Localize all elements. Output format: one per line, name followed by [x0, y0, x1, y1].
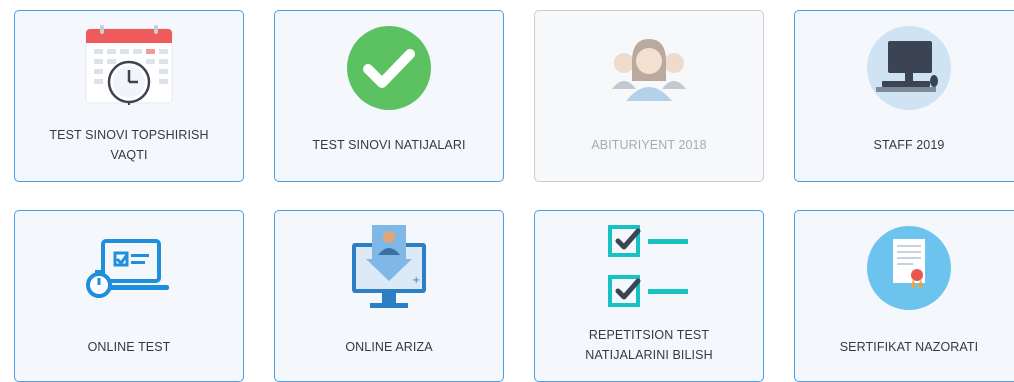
- computer-desk-icon: [867, 26, 951, 110]
- card-test-sinovi-topshirish-vaqti[interactable]: TEST SINOVI TOPSHIRISH VAQTI: [14, 10, 244, 182]
- calendar-clock-icon: [85, 25, 173, 105]
- svg-text:+: +: [412, 275, 420, 286]
- label-line-1: STAFF 2019: [873, 138, 945, 152]
- checkmark-icon: [347, 26, 431, 110]
- label-line-1: SERTIFIKAT NAZORATI: [839, 340, 979, 354]
- label-line-1: ONLINE TEST: [87, 340, 171, 354]
- card-label: TEST SINOVI NATIJALARI: [289, 135, 489, 155]
- checklist-icon: [608, 225, 688, 307]
- label-line-1: ONLINE ARIZA: [345, 340, 433, 354]
- card-label: ONLINE ARIZA: [289, 337, 489, 357]
- card-label: STAFF 2019: [809, 135, 1009, 155]
- card-label: REPETITSION TEST NATIJALARINI BILISH: [549, 325, 749, 365]
- card-label: SERTIFIKAT NAZORATI: [809, 337, 1009, 357]
- application-monitor-icon: +: [352, 225, 426, 308]
- card-online-test[interactable]: ONLINE TEST: [14, 210, 244, 382]
- card-sertifikat-nazorati[interactable]: SERTIFIKAT NAZORATI: [794, 210, 1014, 382]
- people-group-icon: [612, 39, 686, 101]
- label-line-2: NATIJALARINI BILISH: [585, 348, 713, 362]
- label-line-1: TEST SINOVI TOPSHIRISH: [49, 128, 209, 142]
- services-grid: TEST SINOVI TOPSHIRISH VAQTI TEST SINOVI…: [0, 0, 1014, 382]
- label-line-1: TEST SINOVI NATIJALARI: [312, 138, 466, 152]
- card-abituriyent-2018[interactable]: ABITURIYENT 2018: [534, 10, 764, 182]
- laptop-test-icon: [86, 239, 169, 298]
- card-label: ONLINE TEST: [29, 337, 229, 357]
- card-test-sinovi-natijalari[interactable]: TEST SINOVI NATIJALARI: [274, 10, 504, 182]
- certificate-icon: [867, 226, 951, 310]
- label-line-1: ABITURIYENT 2018: [591, 138, 707, 152]
- card-staff-2019[interactable]: STAFF 2019: [794, 10, 1014, 182]
- label-line-1: REPETITSION TEST: [588, 328, 710, 342]
- label-line-2: VAQTI: [110, 148, 148, 162]
- card-repetitsion-test-natijalarini-bilish[interactable]: REPETITSION TEST NATIJALARINI BILISH: [534, 210, 764, 382]
- card-label: ABITURIYENT 2018: [549, 135, 749, 155]
- card-label: TEST SINOVI TOPSHIRISH VAQTI: [29, 125, 229, 165]
- card-online-ariza[interactable]: + ONLINE ARIZA: [274, 210, 504, 382]
